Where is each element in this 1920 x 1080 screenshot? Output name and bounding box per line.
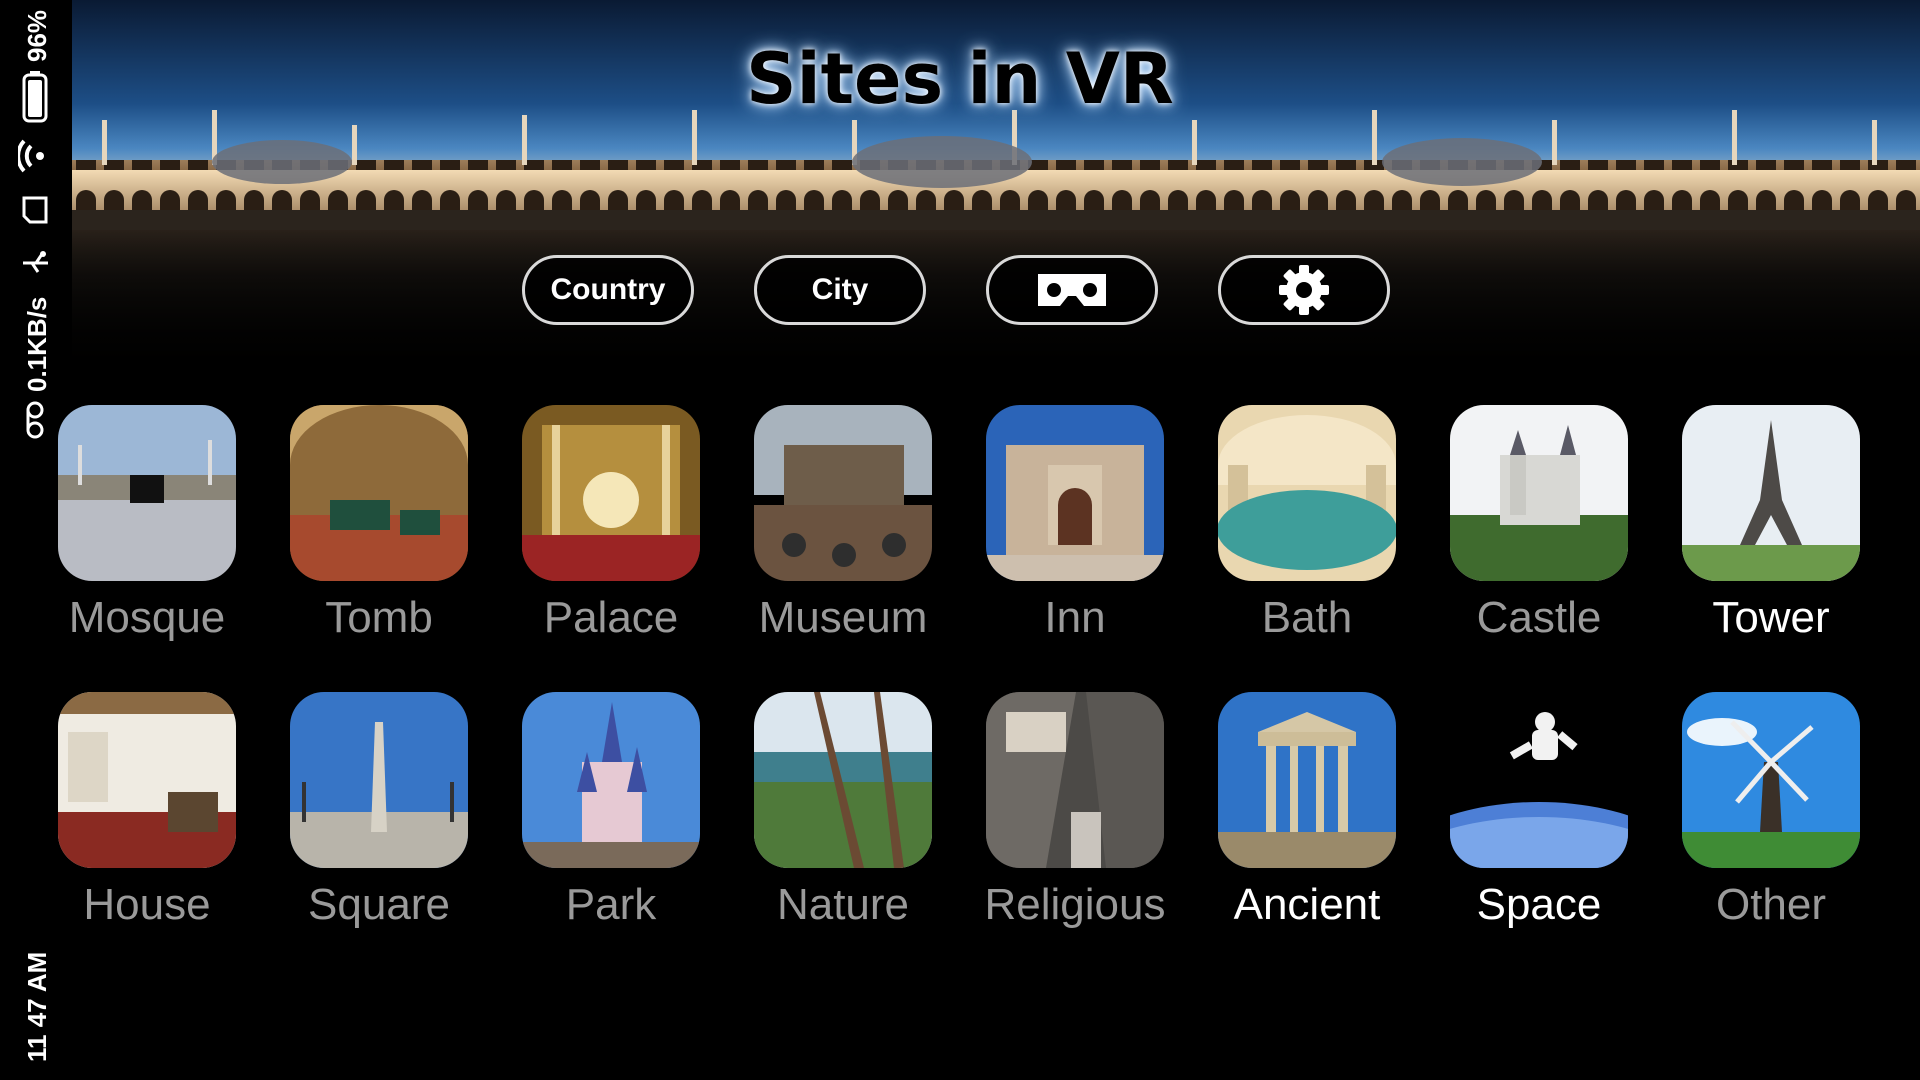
voicemail-icon bbox=[26, 401, 44, 439]
palace-photo bbox=[522, 405, 700, 581]
tower-photo bbox=[1682, 405, 1860, 581]
category-tile-square[interactable]: Square bbox=[290, 692, 468, 929]
city-button[interactable]: City bbox=[754, 255, 926, 325]
square-photo bbox=[290, 692, 468, 868]
settings-button[interactable] bbox=[1218, 255, 1390, 325]
nature-photo bbox=[754, 692, 932, 868]
tomb-photo bbox=[290, 405, 468, 581]
category-tile-space[interactable]: Space bbox=[1450, 692, 1628, 929]
castle-photo bbox=[1450, 405, 1628, 581]
category-tile-house[interactable]: House bbox=[58, 692, 236, 929]
page-title: Sites in VR bbox=[746, 38, 1174, 120]
other-photo bbox=[1682, 692, 1860, 868]
usb-icon bbox=[23, 251, 48, 273]
category-label: Other bbox=[1715, 880, 1827, 929]
religious-photo bbox=[986, 692, 1164, 868]
sim-icon bbox=[22, 196, 48, 224]
inn-photo bbox=[986, 405, 1164, 581]
category-tile-mosque[interactable]: Mosque bbox=[58, 405, 236, 642]
category-tile-tomb[interactable]: Tomb bbox=[290, 405, 468, 642]
mosque-photo bbox=[58, 405, 236, 581]
country-button[interactable]: Country bbox=[522, 255, 694, 325]
category-tile-park[interactable]: Park bbox=[522, 692, 700, 929]
category-tile-ancient[interactable]: Ancient bbox=[1218, 692, 1396, 929]
category-label: Tower bbox=[1712, 593, 1830, 642]
panorama-image bbox=[72, 110, 1920, 230]
category-tile-castle[interactable]: Castle bbox=[1450, 405, 1628, 642]
category-tile-inn[interactable]: Inn bbox=[986, 405, 1164, 642]
category-tile-nature[interactable]: Nature bbox=[754, 692, 932, 929]
house-photo bbox=[58, 692, 236, 868]
battery-percent: 96% bbox=[22, 9, 52, 62]
ancient-photo bbox=[1218, 692, 1396, 868]
battery-icon bbox=[22, 71, 48, 123]
vr-mode-button[interactable] bbox=[986, 255, 1158, 325]
category-tile-religious[interactable]: Religious bbox=[985, 692, 1165, 929]
category-tile-bath[interactable]: Bath bbox=[1218, 405, 1396, 642]
park-photo bbox=[522, 692, 700, 868]
category-tile-museum[interactable]: Museum bbox=[754, 405, 932, 642]
bath-photo bbox=[1218, 405, 1396, 581]
wifi-icon bbox=[18, 139, 44, 173]
category-tile-tower[interactable]: Tower bbox=[1682, 405, 1860, 642]
header-banner: Sites in VR Country City bbox=[72, 0, 1920, 370]
network-speed: 0.1KB/s bbox=[22, 296, 52, 392]
category-tile-other[interactable]: Other bbox=[1682, 692, 1860, 929]
space-photo bbox=[1450, 692, 1628, 868]
gear-icon bbox=[1279, 265, 1329, 315]
museum-photo bbox=[754, 405, 932, 581]
category-tile-palace[interactable]: Palace bbox=[522, 405, 700, 642]
vr-headset-icon bbox=[1038, 274, 1106, 306]
clock: 11 47 AM bbox=[22, 951, 52, 1062]
